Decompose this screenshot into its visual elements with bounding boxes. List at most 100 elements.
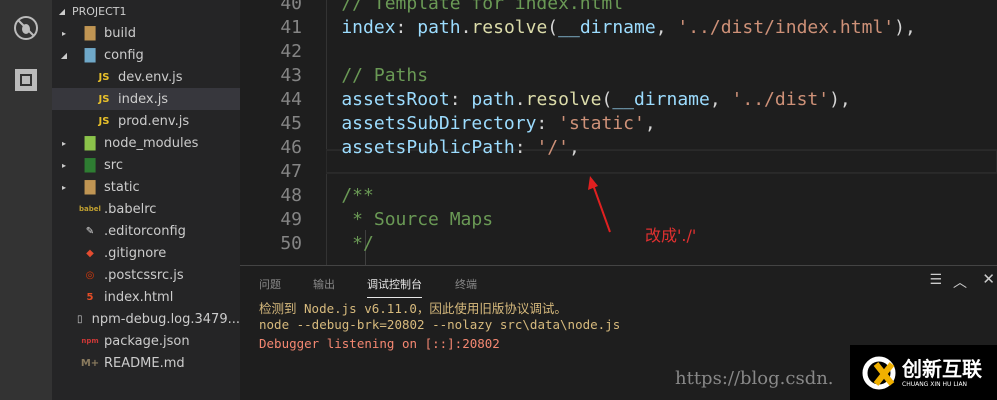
code-token: . [514,89,526,110]
tree-item[interactable]: ▸ ▇ static [52,176,240,198]
tree-item-label: prod.env.js [118,113,190,129]
code-token: assetsSubDirectory [298,113,537,134]
chevron-right-icon: ▸ [61,138,66,148]
close-panel-icon[interactable]: ✕ [982,270,995,288]
explorer-sidebar: ◢ PROJECT1 ▸ ▇ build ◢ ▇ config JS dev.env.js JS… [52,0,240,400]
html5-icon: 5 [86,291,94,303]
code-token: /** [298,185,374,206]
line-number: 42 [280,41,302,62]
js-icon: JS [98,115,110,127]
tree-item[interactable]: ✎ .editorconfig [52,220,240,242]
tree-item-label: node_modules [104,135,199,151]
babel-icon: babel [79,205,101,213]
tree-item[interactable]: M+ README.md [52,352,240,374]
code-token: ( [601,89,613,110]
code-line: // Template for index.html [298,0,623,16]
line-number: 41 [280,17,302,38]
tree-item[interactable]: ◎ .postcssrc.js [52,264,240,286]
line-number: 47 [280,161,302,182]
chevron-down-icon: ◢ [60,50,68,60]
extensions-icon[interactable] [13,67,39,93]
tree-item[interactable]: babel .babelrc [52,198,240,220]
console-line: node --debug-brk=20802 --nolazy src\data… [259,317,621,332]
debug-icon[interactable] [13,15,39,41]
project-title: PROJECT1 [72,4,127,18]
folder-icon: ▇ [84,179,96,195]
tree-item[interactable]: ▸ ▇ build [52,22,240,44]
chevron-right-icon: ▸ [61,160,66,170]
markdown-icon: M+ [80,357,100,369]
tree-item[interactable]: JS index.js [52,88,240,110]
maximize-panel-icon[interactable]: ︿ [953,272,967,292]
tree-item[interactable]: ▸ ▇ src [52,154,240,176]
annotation-text: 改成'./' [645,226,697,245]
tree-item-label: static [104,179,140,195]
code-token: path [471,89,515,110]
code-line: /** [298,184,374,208]
console-line: 检测到 Node.js v6.11.0，因此使用旧版协议调试。 [259,301,567,316]
postcss-icon: ◎ [85,269,95,281]
panel-tab[interactable]: 调试控制台 [367,276,422,298]
folder-node-icon: ▇ [84,135,96,151]
folder-build-icon: ▇ [84,25,96,41]
folder-config-icon: ▇ [84,47,96,63]
chevron-right-icon: ▸ [61,28,66,38]
code-token: __dirname [612,89,710,110]
red-arrow-annotation [588,176,611,233]
code-token: ( [547,17,559,38]
tree-item-label: .gitignore [104,245,167,261]
brand-subtitle: CHUANG XIN HU LIAN [902,381,968,388]
panel-tab[interactable]: 输出 [313,276,335,292]
git-icon: ◆ [86,247,94,259]
line-number: 46 [280,137,302,158]
code-token: , [644,113,656,134]
code-token: '../dist' [731,89,830,110]
line-number: 43 [280,65,302,86]
line-number: 45 [280,113,302,134]
clear-console-icon[interactable]: ☰ [929,272,942,288]
brand-logo-icon [862,356,896,390]
code-token: __dirname [558,17,656,38]
npm-icon: npm [81,337,99,345]
code-token: // Template for index.html [298,0,624,14]
tree-item-label: .editorconfig [104,223,186,239]
code-line: // Paths [298,64,428,88]
panel-tab[interactable]: 问题 [259,276,281,292]
tree-item[interactable]: ◢ ▇ config [52,44,240,66]
project-header[interactable]: ◢ PROJECT1 [52,0,240,22]
tree-item-label: dev.env.js [118,69,183,85]
tree-item-label: .babelrc [104,201,157,217]
watermark-url: https://blog.csdn. [675,368,834,389]
tree-item-label: package.json [104,333,190,349]
tree-item-label: README.md [104,355,185,371]
tree-item[interactable]: JS prod.env.js [52,110,240,132]
code-token: : [514,137,537,158]
tree-item-label: .postcssrc.js [104,267,184,283]
brand-watermark: 创新互联 CHUANG XIN HU LIAN [850,345,997,400]
tree-item[interactable]: JS dev.env.js [52,66,240,88]
code-token: assetsPublicPath [298,137,515,158]
code-token: */ [298,233,374,254]
tree-item[interactable]: ▯ npm-debug.log.3479... [52,308,240,330]
code-token: assetsRoot [298,89,450,110]
tree-item[interactable]: npm package.json [52,330,240,352]
tree-item-label: index.js [118,91,169,107]
code-token: index [298,17,396,38]
tree-item[interactable]: ◆ .gitignore [52,242,240,264]
code-token: resolve [471,17,548,38]
code-token: , [568,137,580,158]
chevron-right-icon: ▸ [61,182,66,192]
tree-item[interactable]: 5 index.html [52,286,240,308]
line-number: 48 [280,185,302,206]
tree-item[interactable]: ▸ ▇ node_modules [52,132,240,154]
panel-tab[interactable]: 终端 [455,276,477,292]
code-token: ), [829,89,851,110]
file-icon: ▯ [76,313,83,325]
code-token: : [449,89,472,110]
code-token: : [395,17,418,38]
code-token: 'static' [558,113,645,134]
console-line: Debugger listening on [::]:20802 [259,336,500,351]
code-token: , [655,17,678,38]
tree-item-label: src [104,157,123,173]
code-line: */ [298,232,374,256]
